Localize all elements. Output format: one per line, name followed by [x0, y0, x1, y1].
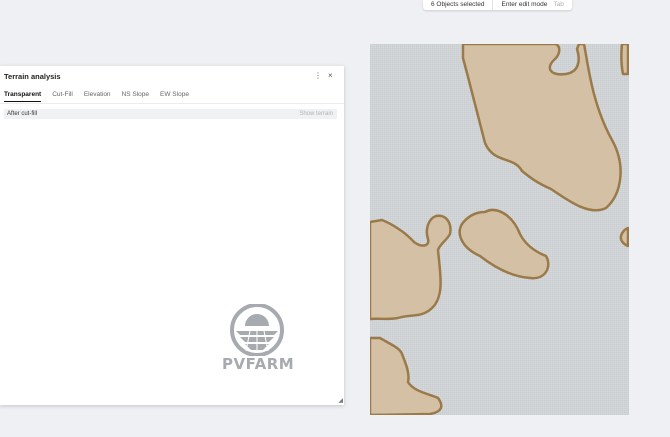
- tab-elevation[interactable]: Elevation: [84, 91, 111, 102]
- show-terrain-button[interactable]: Show terrain: [299, 109, 333, 119]
- terrain-region-right-bump: [619, 226, 629, 248]
- resize-handle-icon[interactable]: ◢: [338, 397, 343, 404]
- tab-transparent[interactable]: Transparent: [4, 91, 42, 102]
- vertical-dots-icon[interactable]: ⋮: [314, 71, 322, 80]
- terrain-region-bottom-left: [370, 336, 443, 415]
- tab-ew-slope[interactable]: EW Slope: [160, 91, 189, 102]
- terrain-analysis-panel: Terrain analysis ⋮ × Transparent Cut-Fil…: [0, 66, 344, 405]
- panel-title: Terrain analysis: [4, 72, 61, 81]
- top-toolbar: 6 Objects selected Enter edit mode Tab: [423, 0, 572, 10]
- edit-mode-shortcut-hint: Tab: [553, 1, 564, 8]
- after-cut-fill-row[interactable]: After cut-fill Show terrain: [4, 109, 337, 119]
- pvfarm-logo-text: PVFARM: [222, 355, 295, 373]
- terrain-region-top-right: [461, 44, 622, 212]
- viewport[interactable]: 6 Objects selected Enter edit mode Tab Te…: [0, 0, 670, 437]
- terrain-region-left-middle: [370, 214, 452, 321]
- pvfarm-logo: PVFARM: [222, 303, 295, 376]
- terrain-svg: [370, 44, 629, 415]
- selection-status: 6 Objects selected: [431, 1, 485, 8]
- tab-bar: Transparent Cut-Fill Elevation NS Slope …: [4, 91, 189, 102]
- tabs-divider: [0, 103, 344, 104]
- enter-edit-mode-label: Enter edit mode: [501, 1, 548, 8]
- pvfarm-logo-icon: [230, 303, 284, 357]
- row-label: After cut-fill: [7, 111, 38, 117]
- tab-cut-fill[interactable]: Cut-Fill: [52, 91, 73, 102]
- tab-ns-slope[interactable]: NS Slope: [122, 91, 149, 102]
- terrain-region-middle: [458, 208, 550, 280]
- enter-edit-mode-button[interactable]: Enter edit mode Tab: [492, 0, 571, 10]
- terrain-map[interactable]: [370, 44, 629, 415]
- terrain-region-top-strip: [620, 44, 629, 76]
- close-icon[interactable]: ×: [328, 71, 333, 80]
